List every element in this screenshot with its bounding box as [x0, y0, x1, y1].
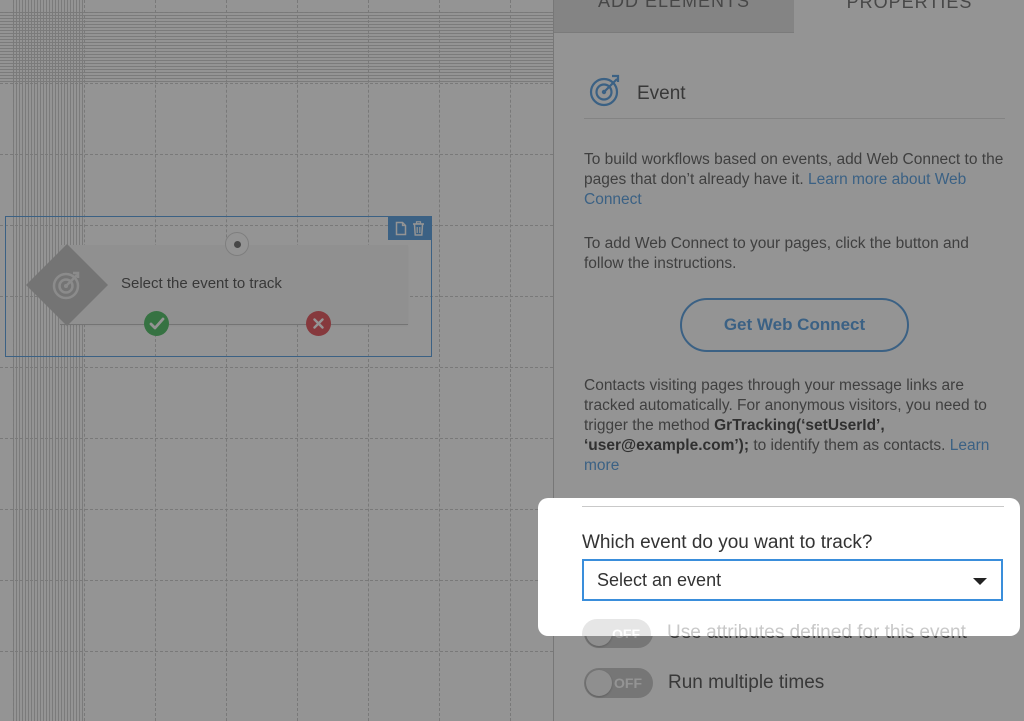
tab-label: PROPERTIES: [846, 0, 973, 12]
grid-line: [0, 83, 553, 84]
tracking-body-end: to identify them as contacts.: [753, 437, 946, 454]
use-attributes-toggle-disabled: OFF: [582, 619, 651, 636]
grid-line: [510, 0, 511, 721]
tab-properties[interactable]: PROPERTIES: [794, 0, 1024, 33]
grid-line: [0, 438, 553, 439]
toggle-state: OFF: [614, 675, 642, 691]
event-select-value: Select an event: [597, 569, 722, 590]
grid-line: [84, 0, 85, 721]
grid-line: [0, 651, 553, 652]
event-title: Event: [637, 83, 686, 104]
grid-line: [368, 0, 369, 721]
use-attributes-label-disabled: Use attributes defined for this event: [667, 622, 966, 636]
event-select-dropdown[interactable]: Select an event: [582, 559, 1003, 601]
grid-line: [13, 0, 14, 721]
toggle-state: OFF: [612, 626, 640, 636]
intro-text: To build workflows based on events, add …: [584, 150, 1004, 210]
target-icon: [589, 74, 620, 107]
instructions-text: To add Web Connect to your pages, click …: [584, 235, 969, 272]
spotlight-highlight: Which event do you want to track? Select…: [538, 498, 1020, 636]
run-multiple-times-label: Run multiple times: [668, 672, 825, 693]
node-selection-frame: [5, 216, 432, 357]
trash-icon[interactable]: [412, 220, 425, 236]
tab-add-elements[interactable]: ADD ELEMENTS: [554, 0, 794, 33]
node-toolbar: [388, 216, 432, 240]
toggle-knob: [586, 670, 612, 696]
run-multiple-times-toggle[interactable]: OFF: [584, 668, 653, 698]
grid-line: [0, 367, 553, 368]
divider: [582, 506, 1004, 507]
tracking-text: Contacts visiting pages through your mes…: [584, 376, 1004, 476]
tab-label: ADD ELEMENTS: [597, 0, 751, 11]
grid-line: [0, 509, 553, 510]
grid-line: [297, 0, 298, 721]
grid-line: [226, 0, 227, 721]
copy-icon[interactable]: [395, 221, 407, 236]
workflow-canvas[interactable]: Select the event to track: [0, 0, 553, 721]
grid-line: [0, 154, 553, 155]
get-web-connect-button[interactable]: Get Web Connect: [680, 298, 909, 352]
event-select-label: Which event do you want to track?: [582, 532, 873, 553]
panel-tabs: ADD ELEMENTS PROPERTIES: [554, 0, 1024, 33]
grid-line: [0, 580, 553, 581]
grid-line: [0, 12, 553, 13]
event-header: Event: [584, 72, 1005, 119]
chevron-down-icon: [973, 578, 987, 585]
grid-line: [439, 0, 440, 721]
grid-line: [155, 0, 156, 721]
